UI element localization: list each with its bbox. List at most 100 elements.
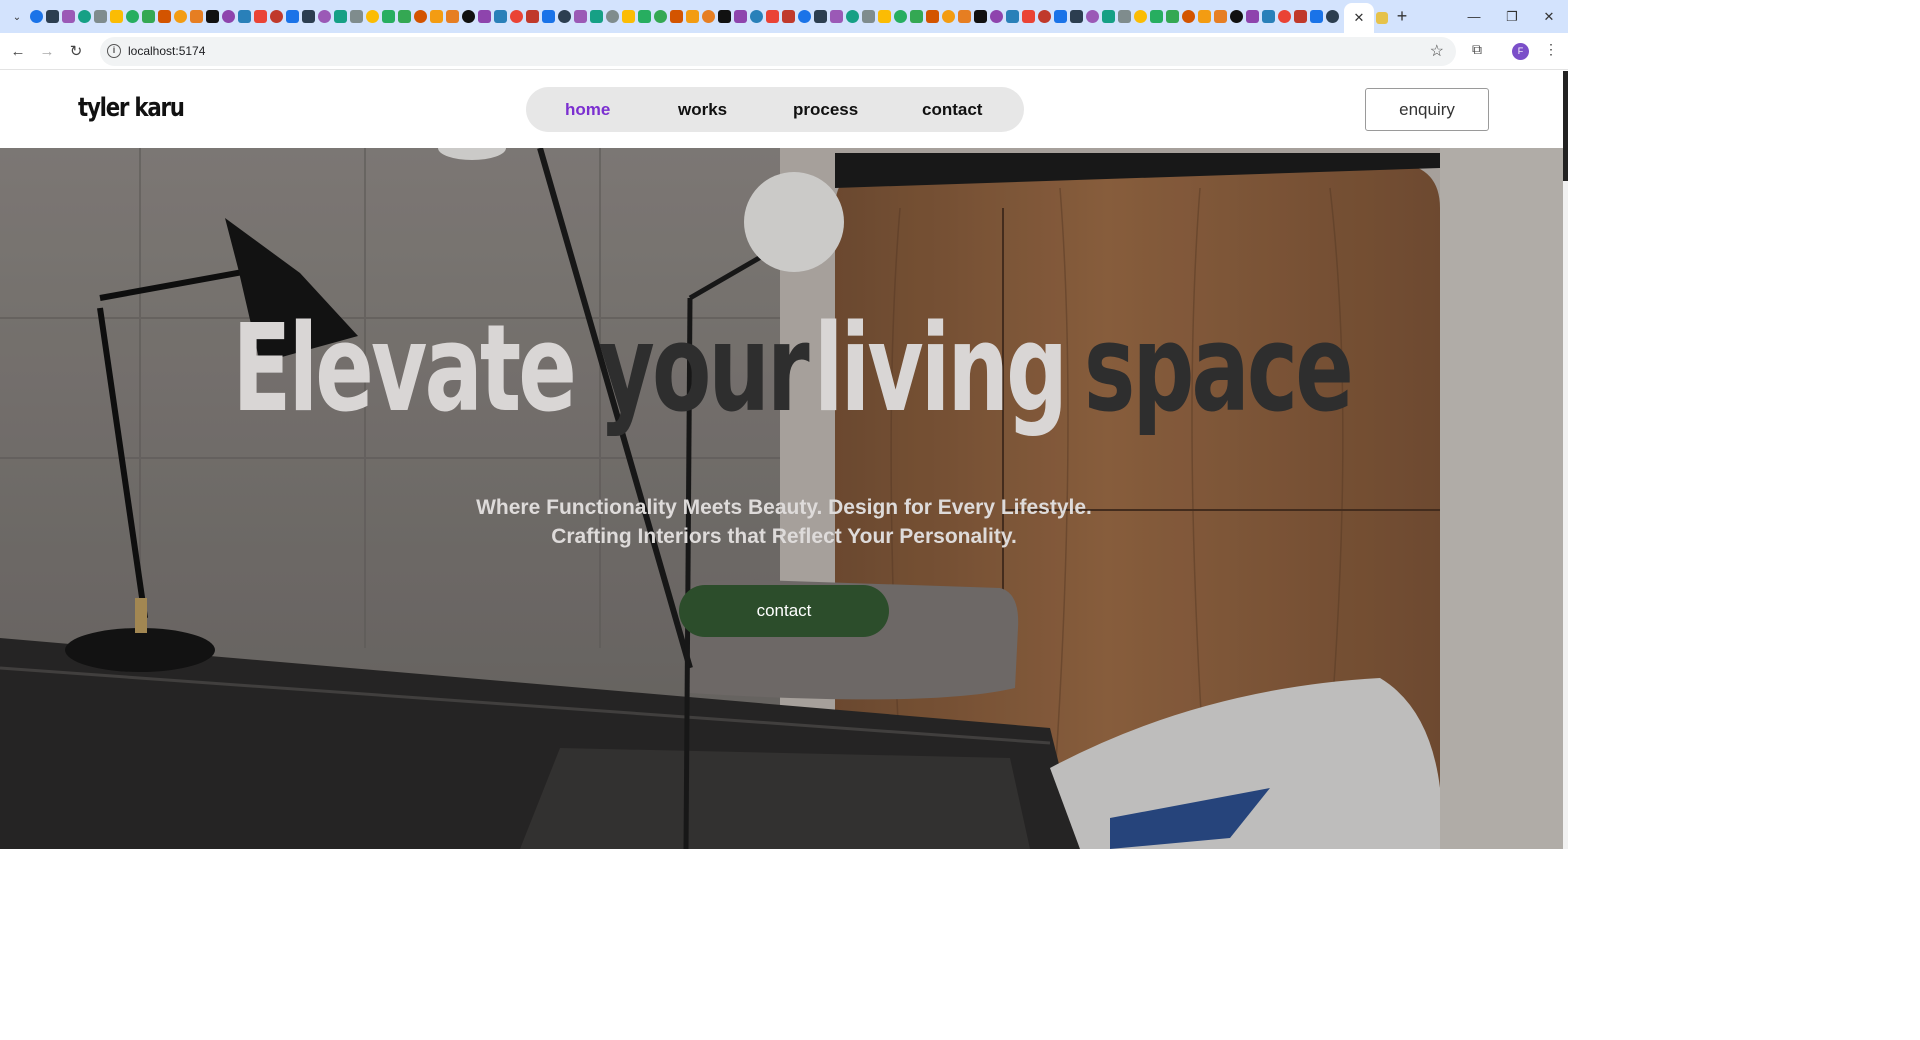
pinned-tab-favicon-icon[interactable]: [1134, 10, 1147, 23]
bookmark-star-icon[interactable]: ☆: [1430, 41, 1444, 61]
nav-works[interactable]: works: [678, 100, 727, 120]
pinned-tab-favicon-icon[interactable]: [446, 10, 459, 23]
kebab-menu-icon[interactable]: ⋮: [1544, 41, 1558, 59]
pinned-tab-favicon-icon[interactable]: [942, 10, 955, 23]
pinned-tab-favicon-icon[interactable]: [526, 10, 539, 23]
pinned-tab-favicon-icon[interactable]: [270, 10, 283, 23]
pinned-tab-favicon-icon[interactable]: [1182, 10, 1195, 23]
pinned-tab-favicon-icon[interactable]: [494, 10, 507, 23]
extensions-icon[interactable]: ⧉: [1468, 41, 1486, 59]
forward-icon[interactable]: →: [36, 40, 58, 62]
pinned-tab-strip[interactable]: [30, 8, 1340, 25]
pinned-tab-favicon-icon[interactable]: [334, 10, 347, 23]
pinned-tab-favicon-icon[interactable]: [1294, 10, 1307, 23]
pinned-tab-favicon-icon[interactable]: [206, 10, 219, 23]
site-logo[interactable]: tyler karu: [78, 93, 185, 123]
pinned-tab-favicon-icon[interactable]: [286, 10, 299, 23]
pinned-tab-favicon-icon[interactable]: [542, 10, 555, 23]
pinned-tab-favicon-icon[interactable]: [702, 10, 715, 23]
pinned-tab-favicon-icon[interactable]: [766, 10, 779, 23]
pinned-tab-favicon-icon[interactable]: [190, 10, 203, 23]
pinned-tab-favicon-icon[interactable]: [398, 10, 411, 23]
pinned-tab-favicon-icon[interactable]: [350, 10, 363, 23]
pinned-tab-favicon-icon[interactable]: [558, 10, 571, 23]
pinned-tab-favicon-icon[interactable]: [302, 10, 315, 23]
pinned-tab-favicon-icon[interactable]: [382, 10, 395, 23]
pinned-tab-favicon-icon[interactable]: [238, 10, 251, 23]
pinned-tab-favicon-icon[interactable]: [1310, 10, 1323, 23]
back-icon[interactable]: ←: [7, 40, 29, 62]
active-tab[interactable]: ✕: [1344, 3, 1374, 33]
pinned-tab-favicon-icon[interactable]: [654, 10, 667, 23]
pinned-tab-favicon-icon[interactable]: [46, 10, 59, 23]
pinned-tab-favicon-icon[interactable]: [1166, 10, 1179, 23]
pinned-tab-favicon-icon[interactable]: [366, 10, 379, 23]
pinned-tab-favicon-icon[interactable]: [78, 10, 91, 23]
pinned-tab-favicon-icon[interactable]: [1246, 10, 1259, 23]
pinned-tab-favicon-icon[interactable]: [910, 10, 923, 23]
pinned-tab-favicon-icon[interactable]: [1198, 10, 1211, 23]
pinned-tab-favicon-icon[interactable]: [686, 10, 699, 23]
pinned-tab-favicon-icon[interactable]: [718, 10, 731, 23]
pinned-tab-favicon-icon[interactable]: [990, 10, 1003, 23]
pinned-tab-favicon-icon[interactable]: [1038, 10, 1051, 23]
nav-process[interactable]: process: [793, 100, 858, 120]
pinned-tab-favicon-icon[interactable]: [590, 10, 603, 23]
pinned-tab-favicon-icon[interactable]: [846, 10, 859, 23]
pinned-tab-favicon-icon[interactable]: [318, 10, 331, 23]
pinned-tab-favicon-icon[interactable]: [878, 10, 891, 23]
pinned-tab-favicon-icon[interactable]: [430, 10, 443, 23]
pinned-tab-favicon-icon[interactable]: [1230, 10, 1243, 23]
window-close-button[interactable]: ✕: [1530, 0, 1568, 33]
pinned-tab-favicon-icon[interactable]: [478, 10, 491, 23]
scrollbar-thumb[interactable]: [1563, 71, 1568, 181]
pinned-tab-favicon-icon[interactable]: [510, 10, 523, 23]
pinned-tab-favicon-icon[interactable]: [958, 10, 971, 23]
tab-search-chevron-icon[interactable]: ⌄: [8, 8, 26, 26]
pinned-tab-favicon-icon[interactable]: [62, 10, 75, 23]
enquiry-button[interactable]: enquiry: [1365, 88, 1489, 131]
pinned-tab-favicon-icon[interactable]: [1006, 10, 1019, 23]
pinned-tab-favicon-icon[interactable]: [222, 10, 235, 23]
nav-home[interactable]: home: [565, 100, 610, 120]
pinned-tab-favicon-icon[interactable]: [1278, 10, 1291, 23]
nav-contact[interactable]: contact: [922, 100, 982, 120]
pinned-tab-favicon-icon[interactable]: [734, 10, 747, 23]
pinned-tab-favicon-icon[interactable]: [462, 10, 475, 23]
pinned-tab-favicon-icon[interactable]: [638, 10, 651, 23]
address-bar[interactable]: i localhost:5174 ☆: [100, 37, 1456, 66]
pinned-tab-favicon-icon[interactable]: [1326, 10, 1339, 23]
pinned-tab-favicon-icon[interactable]: [622, 10, 635, 23]
pinned-tab-favicon-icon[interactable]: [750, 10, 763, 23]
pinned-tab-favicon-icon[interactable]: [158, 10, 171, 23]
tab-close-icon[interactable]: ✕: [1354, 10, 1365, 26]
site-info-icon[interactable]: i: [107, 44, 121, 58]
pinned-tab-favicon-icon[interactable]: [606, 10, 619, 23]
pinned-tab-favicon-icon[interactable]: [1070, 10, 1083, 23]
new-tab-button[interactable]: +: [1392, 5, 1412, 27]
hero-contact-button[interactable]: contact: [679, 585, 889, 637]
minimize-button[interactable]: —: [1455, 0, 1493, 33]
pinned-tab-favicon-icon[interactable]: [830, 10, 843, 23]
pinned-tab-favicon-icon[interactable]: [574, 10, 587, 23]
pinned-tab-favicon-icon[interactable]: [1102, 10, 1115, 23]
pinned-tab-favicon-icon[interactable]: [926, 10, 939, 23]
pinned-tab-favicon-icon[interactable]: [782, 10, 795, 23]
page-scrollbar[interactable]: [1563, 71, 1568, 849]
pinned-tab-favicon-icon[interactable]: [30, 10, 43, 23]
url-text[interactable]: localhost:5174: [128, 44, 205, 58]
pinned-tab-favicon-icon[interactable]: [110, 10, 123, 23]
pinned-tab-favicon-icon[interactable]: [862, 10, 875, 23]
tab-favicon-icon[interactable]: [1376, 12, 1388, 24]
pinned-tab-favicon-icon[interactable]: [814, 10, 827, 23]
pinned-tab-favicon-icon[interactable]: [94, 10, 107, 23]
pinned-tab-favicon-icon[interactable]: [670, 10, 683, 23]
pinned-tab-favicon-icon[interactable]: [1054, 10, 1067, 23]
pinned-tab-favicon-icon[interactable]: [174, 10, 187, 23]
pinned-tab-favicon-icon[interactable]: [126, 10, 139, 23]
pinned-tab-favicon-icon[interactable]: [414, 10, 427, 23]
pinned-tab-favicon-icon[interactable]: [1118, 10, 1131, 23]
pinned-tab-favicon-icon[interactable]: [798, 10, 811, 23]
pinned-tab-favicon-icon[interactable]: [1022, 10, 1035, 23]
reload-icon[interactable]: ↻: [65, 40, 87, 62]
